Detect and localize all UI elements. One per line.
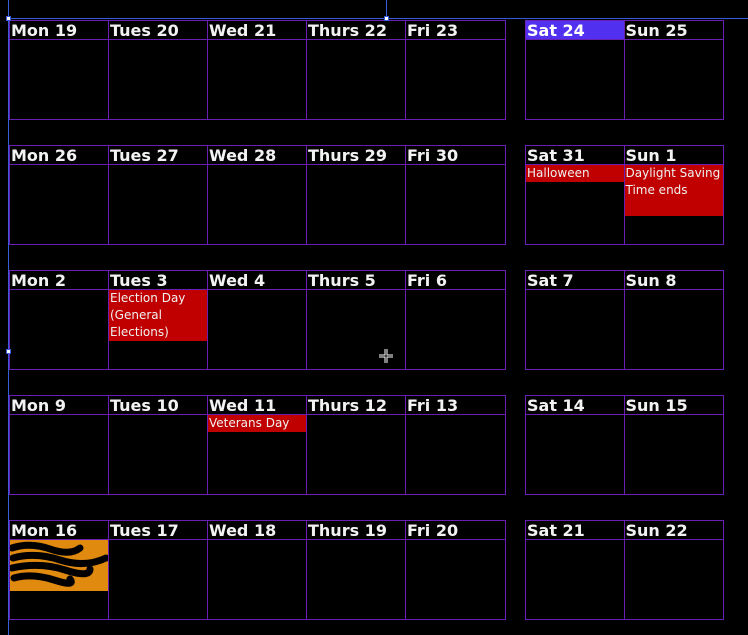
selection-handle-icon[interactable] [6, 16, 11, 21]
selection-handle-icon[interactable] [384, 16, 389, 21]
day-cell-wed-21[interactable]: Wed 21 [208, 21, 307, 119]
day-header[interactable]: Wed 21 [208, 21, 306, 40]
day-header[interactable]: Tues 3 [109, 271, 207, 290]
day-header[interactable]: Tues 10 [109, 396, 207, 415]
day-cell-fri-13[interactable]: Fri 13 [406, 396, 505, 494]
day-header[interactable]: Wed 4 [208, 271, 306, 290]
day-cell-wed-4[interactable]: Wed 4 [208, 271, 307, 369]
selection-handle-icon[interactable] [6, 349, 11, 354]
event-block-redacted[interactable] [10, 540, 108, 591]
day-header[interactable]: Wed 11 [208, 396, 306, 415]
day-cell-tues-20[interactable]: Tues 20 [109, 21, 208, 119]
day-cell-thurs-29[interactable]: Thurs 29 [307, 146, 406, 244]
day-header[interactable]: Sun 8 [624, 271, 723, 290]
weekend-group: Sat 21 Sun 22 [525, 520, 724, 620]
day-cell-wed-11[interactable]: Wed 11 Veterans Day [208, 396, 307, 494]
day-header[interactable]: Fri 13 [406, 396, 505, 415]
event-block[interactable]: Veterans Day [208, 415, 306, 432]
day-cell-fri-6[interactable]: Fri 6 [406, 271, 505, 369]
day-header[interactable]: Sun 15 [624, 396, 723, 415]
day-cell-mon-26[interactable]: Mon 26 [10, 146, 109, 244]
weekday-group: Mon 9 Tues 10 Wed 11 Veterans Day Thurs 12 Fr… [9, 395, 506, 495]
crosshair-move-cursor-icon [379, 349, 393, 363]
week-row: Mon 26 Tues 27 Wed 28 Thurs 29 Fri 30 Sat 31 H… [9, 145, 724, 246]
day-cell-sat-14[interactable]: Sat 14 [526, 396, 625, 494]
weekend-group: Sat 14 Sun 15 [525, 395, 724, 495]
day-cell-fri-30[interactable]: Fri 30 [406, 146, 505, 244]
day-header[interactable]: Thurs 22 [307, 21, 405, 40]
day-header[interactable]: Mon 9 [10, 396, 108, 415]
day-cell-tues-27[interactable]: Tues 27 [109, 146, 208, 244]
day-cell-sat-24[interactable]: Sat 24 [526, 21, 625, 119]
day-header[interactable]: Wed 18 [208, 521, 306, 540]
day-header[interactable]: Tues 17 [109, 521, 207, 540]
day-cell-tues-3[interactable]: Tues 3 Election Day (General Elections) [109, 271, 208, 369]
week-row: Mon 16 Tues 17 Wed 18 Thurs 19 Fri 20 Sat 21 S… [9, 520, 724, 621]
event-block[interactable]: Election Day (General Elections) [109, 290, 207, 341]
day-header[interactable]: Sun 25 [624, 21, 723, 40]
day-header[interactable]: Thurs 19 [307, 521, 405, 540]
day-cell-mon-9[interactable]: Mon 9 [10, 396, 109, 494]
weekday-group: Mon 26 Tues 27 Wed 28 Thurs 29 Fri 30 [9, 145, 506, 245]
week-row: Mon 2 Tues 3 Election Day (General Electio… [9, 270, 724, 371]
day-cell-mon-19[interactable]: Mon 19 [10, 21, 109, 119]
day-header[interactable]: Mon 2 [10, 271, 108, 290]
day-cell-wed-18[interactable]: Wed 18 [208, 521, 307, 619]
day-header[interactable]: Fri 6 [406, 271, 505, 290]
day-header[interactable]: Mon 16 [10, 521, 108, 540]
day-header[interactable]: Tues 27 [109, 146, 207, 165]
redaction-scribble [10, 541, 108, 587]
day-cell-tues-17[interactable]: Tues 17 [109, 521, 208, 619]
day-header[interactable]: Sat 24 [526, 21, 624, 40]
weekend-group: Sat 7 Sun 8 [525, 270, 724, 370]
day-cell-mon-2[interactable]: Mon 2 [10, 271, 109, 369]
day-cell-fri-20[interactable]: Fri 20 [406, 521, 505, 619]
event-block[interactable]: Daylight Saving Time ends [624, 165, 723, 216]
day-header[interactable]: Sun 1 [624, 146, 723, 165]
day-header[interactable]: Fri 23 [406, 21, 505, 40]
day-cell-thurs-19[interactable]: Thurs 19 [307, 521, 406, 619]
day-header[interactable]: Sat 7 [526, 271, 624, 290]
day-cell-thurs-22[interactable]: Thurs 22 [307, 21, 406, 119]
weekend-group: Sat 24 Sun 25 [525, 20, 724, 120]
weekend-group: Sat 31 Halloween Sun 1 Daylight Saving Time… [525, 145, 724, 245]
day-cell-sun-15[interactable]: Sun 15 [624, 396, 723, 494]
day-cell-sun-25[interactable]: Sun 25 [624, 21, 723, 119]
selection-guide-horizontal [8, 18, 748, 19]
day-cell-sun-22[interactable]: Sun 22 [624, 521, 723, 619]
day-cell-sat-7[interactable]: Sat 7 [526, 271, 625, 369]
day-cell-sun-8[interactable]: Sun 8 [624, 271, 723, 369]
weekday-group: Mon 16 Tues 17 Wed 18 Thurs 19 Fri 20 [9, 520, 506, 620]
calendar-canvas[interactable]: Mon 19 Tues 20 Wed 21 Thurs 22 Fri 23 Sat 24 S… [0, 0, 748, 635]
day-cell-sun-1[interactable]: Sun 1 Daylight Saving Time ends [624, 146, 723, 244]
day-header[interactable]: Tues 20 [109, 21, 207, 40]
day-header[interactable]: Mon 26 [10, 146, 108, 165]
day-header[interactable]: Wed 28 [208, 146, 306, 165]
day-header[interactable]: Thurs 12 [307, 396, 405, 415]
selection-guide-vertical [8, 0, 9, 635]
week-row: Mon 9 Tues 10 Wed 11 Veterans Day Thurs 12 Fr… [9, 395, 724, 496]
day-header[interactable]: Fri 30 [406, 146, 505, 165]
day-header[interactable]: Sat 14 [526, 396, 624, 415]
day-cell-sat-31[interactable]: Sat 31 Halloween [526, 146, 625, 244]
day-header[interactable]: Sun 22 [624, 521, 723, 540]
day-cell-tues-10[interactable]: Tues 10 [109, 396, 208, 494]
day-header[interactable]: Sat 21 [526, 521, 624, 540]
day-cell-thurs-12[interactable]: Thurs 12 [307, 396, 406, 494]
week-row: Mon 19 Tues 20 Wed 21 Thurs 22 Fri 23 Sat 24 S… [9, 20, 724, 121]
day-header[interactable]: Thurs 5 [307, 271, 405, 290]
day-header[interactable]: Sat 31 [526, 146, 624, 165]
day-cell-wed-28[interactable]: Wed 28 [208, 146, 307, 244]
day-header[interactable]: Fri 20 [406, 521, 505, 540]
weekday-group: Mon 19 Tues 20 Wed 21 Thurs 22 Fri 23 [9, 20, 506, 120]
day-cell-sat-21[interactable]: Sat 21 [526, 521, 625, 619]
day-cell-fri-23[interactable]: Fri 23 [406, 21, 505, 119]
day-cell-mon-16[interactable]: Mon 16 [10, 521, 109, 619]
event-block[interactable]: Halloween [526, 165, 624, 182]
day-header[interactable]: Mon 19 [10, 21, 108, 40]
day-header[interactable]: Thurs 29 [307, 146, 405, 165]
weekday-group: Mon 2 Tues 3 Election Day (General Electio… [9, 270, 506, 370]
